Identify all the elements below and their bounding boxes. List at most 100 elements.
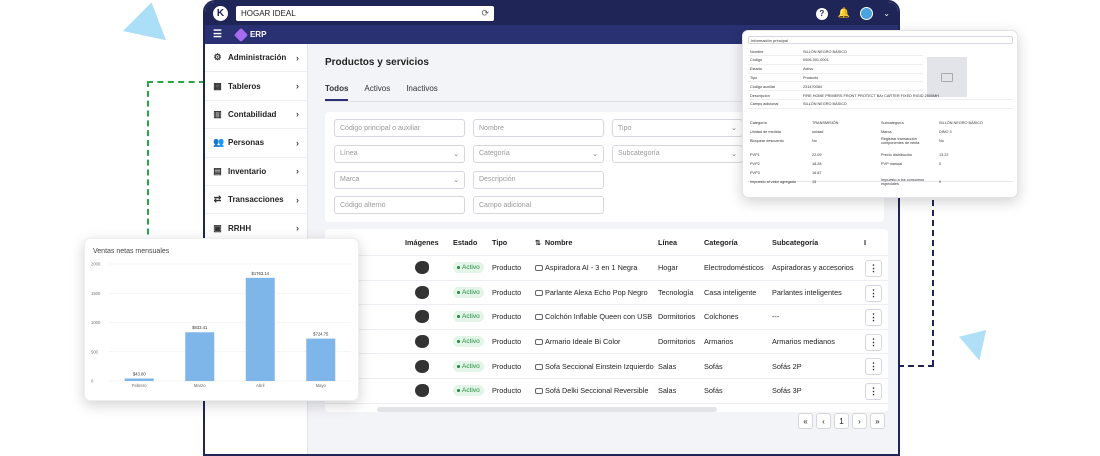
table-row[interactable]: Activo Producto Sofá Delki Seccional Rever…: [325, 379, 888, 404]
column-header[interactable]: Imágenes: [405, 238, 453, 247]
product-tag-icon: [535, 265, 543, 272]
prev-page-button[interactable]: ‹: [816, 413, 831, 429]
info-value: TRANSMISIÓN: [812, 121, 839, 125]
sidebar-item-transacciones[interactable]: ⇄ Transacciones ›: [205, 186, 307, 215]
filter-placeholder: Categoría: [479, 150, 510, 158]
info-grid-left: Bloquear descuento No: [750, 137, 817, 145]
next-page-button[interactable]: ›: [852, 413, 867, 429]
column-header[interactable]: Línea: [658, 238, 704, 247]
tab-activos[interactable]: Activos: [364, 84, 390, 101]
filter-field-4[interactable]: Categoría ⌄: [473, 144, 604, 163]
column-header[interactable]: Estado: [453, 238, 492, 247]
subcategory-cell: Parlantes inteligentes: [772, 287, 842, 297]
line-cell: Tecnología: [658, 287, 694, 297]
info-row: Código auxiliar 231470084: [748, 83, 923, 92]
filter-field-1[interactable]: Nombre: [473, 119, 604, 137]
horizontal-scrollbar[interactable]: [377, 407, 717, 412]
sidebar-item-contabilidad[interactable]: ▥ Contabilidad ›: [205, 101, 307, 130]
menu-icon[interactable]: ☰: [213, 29, 222, 40]
info-grid-left: PVP3 16.87: [750, 169, 822, 177]
status-label: Activo: [462, 264, 480, 272]
chevron-down-icon[interactable]: ⌄: [883, 9, 890, 18]
chevron-down-icon: ⌄: [453, 150, 459, 158]
book-icon: ▥: [213, 108, 222, 119]
filter-placeholder: Código principal o auxiliar: [340, 124, 421, 132]
column-header[interactable]: I: [864, 238, 888, 247]
sidebar-item-tableros[interactable]: ▦ Tableros ›: [205, 72, 307, 101]
help-icon[interactable]: ?: [815, 7, 828, 20]
info-header: Información principal: [748, 36, 1013, 44]
current-page[interactable]: 1: [834, 413, 849, 429]
column-header[interactable]: ⇅ Nombre: [535, 238, 658, 247]
last-page-button[interactable]: »: [870, 413, 885, 429]
company-selector[interactable]: HOGAR IDEAL ⟳: [236, 6, 494, 21]
image-cell: [405, 261, 453, 275]
table-row[interactable]: Activo Producto Colchón Inflable Queen con…: [325, 305, 888, 330]
sidebar-item-personas[interactable]: 👥 Personas ›: [205, 129, 307, 158]
table-row[interactable]: Activo Producto Armario Ideale Bi Color Dor…: [325, 330, 888, 355]
info-key: PVP manual: [881, 161, 903, 166]
row-actions-button[interactable]: ⋮: [865, 333, 882, 351]
filter-field-9[interactable]: Código alterno: [334, 196, 465, 215]
info-key: PVP1: [750, 152, 760, 157]
sales-chart-card: Ventas netas mensuales 0 500 1000 1500 2000 $…: [84, 238, 359, 401]
bar: [185, 332, 215, 381]
filter-field-2[interactable]: Tipo ⌄: [612, 119, 743, 137]
module-selector[interactable]: ERP: [233, 27, 267, 42]
decorative-triangle-right: [959, 330, 993, 364]
company-name: HOGAR IDEAL: [241, 9, 296, 18]
filter-field-10[interactable]: Campo adicional: [473, 196, 604, 215]
avatar[interactable]: [860, 7, 874, 20]
status-badge: Activo: [453, 336, 484, 348]
filter-field-6[interactable]: Marca ⌄: [334, 170, 465, 189]
info-grid-right: Subcategoría SILLÓN NEGRO BÁSICO: [881, 119, 983, 127]
filter-spacer: [612, 196, 743, 215]
column-header[interactable]: Categoría: [704, 238, 772, 247]
row-actions-button[interactable]: ⋮: [865, 309, 882, 327]
status-label: Activo: [462, 338, 480, 346]
bell-icon[interactable]: 🔔: [838, 8, 850, 19]
sidebar-item-administracion[interactable]: ⚙ Administración ›: [205, 44, 307, 73]
first-page-button[interactable]: «: [798, 413, 813, 429]
type-cell: Producto: [492, 337, 522, 347]
info-value: 18.28: [812, 161, 822, 166]
filter-field-0[interactable]: Código principal o auxiliar: [334, 119, 465, 137]
table-row[interactable]: Activo Producto Aspiradora AI - 3 en 1 Neg…: [325, 256, 888, 281]
chevron-right-icon: ›: [296, 223, 299, 234]
row-actions-button[interactable]: ⋮: [865, 260, 882, 277]
sidebar-item-label: Tableros: [228, 81, 261, 91]
name-cell: Sofá Delki Seccional Reversible: [535, 386, 658, 395]
app-logo[interactable]: K: [213, 6, 228, 21]
row-actions-button[interactable]: ⋮: [865, 284, 882, 302]
name-cell: Parlante Alexa Echo Pop Negro: [535, 288, 658, 297]
row-actions-button[interactable]: ⋮: [865, 358, 882, 376]
sort-icon[interactable]: ⇅: [535, 240, 541, 247]
chevron-down-icon: ⌄: [453, 176, 459, 184]
filter-placeholder: Código alterno: [340, 201, 386, 209]
refresh-icon[interactable]: ⟳: [481, 8, 489, 19]
status-label: Activo: [462, 387, 480, 395]
filter-field-3[interactable]: Línea ⌄: [334, 144, 465, 163]
status-dot: [457, 340, 460, 344]
filter-field-7[interactable]: Descripción: [473, 170, 604, 189]
row-actions-button[interactable]: ⋮: [865, 382, 882, 400]
tab-todos[interactable]: Todos: [325, 84, 349, 101]
status-dot: [457, 389, 460, 393]
y-tick-label: 0: [91, 379, 94, 384]
status-label: Activo: [462, 313, 480, 321]
filter-placeholder: Marca: [340, 176, 360, 183]
module-label: ERP: [249, 30, 267, 39]
table-row[interactable]: Activo Producto Sofa Seccional Einstein Iz…: [325, 354, 888, 379]
column-header[interactable]: Subcategoría: [772, 238, 864, 247]
filter-field-5[interactable]: Subcategoría ⌄: [612, 144, 743, 163]
x-tick-label: Abril: [256, 383, 264, 388]
tab-inactivos[interactable]: Inactivos: [406, 84, 438, 101]
type-cell: Producto: [492, 287, 522, 297]
connector-line-green-vertical: [147, 81, 149, 264]
info-grid-right: Precio distribución 13.22: [881, 151, 949, 159]
column-header[interactable]: Tipo: [492, 238, 535, 247]
image-cell: [405, 335, 453, 349]
product-name: Aspiradora AI - 3 en 1 Negra: [545, 263, 638, 273]
sidebar-item-inventario[interactable]: ▤ Inventario ›: [205, 158, 307, 186]
table-row[interactable]: Activo Producto Parlante Alexa Echo Pop Ne…: [325, 281, 888, 306]
